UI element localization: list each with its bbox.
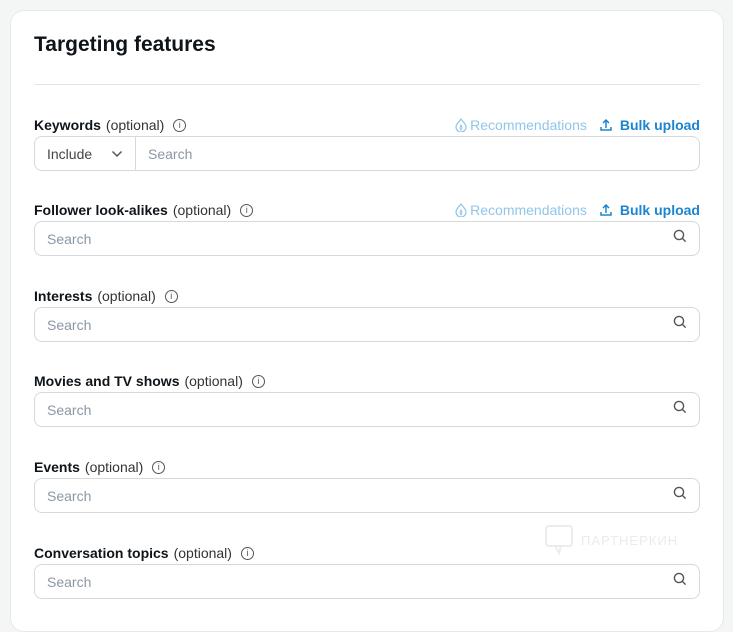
search-icon [673,229,687,248]
info-icon[interactable]: i [240,203,254,217]
bulk-upload-button[interactable]: Bulk upload [599,117,700,133]
search-input[interactable]: Search [34,478,700,513]
field-label-text: Conversation topics [34,545,169,561]
recommendations-label: Recommendations [470,117,587,133]
search-icon [673,400,687,419]
recommendations-button[interactable]: Recommendations [454,117,587,133]
optional-text: (optional) [84,459,144,475]
search-icon [673,572,687,591]
recommendations-button[interactable]: Recommendations [454,202,587,218]
optional-text: (optional) [105,117,165,133]
search-input[interactable]: Search [34,307,700,342]
info-icon[interactable]: i [173,118,187,132]
search-input[interactable]: Search [34,392,700,427]
search-icon [673,315,687,334]
field-actions: Recommendations Bulk upload [454,202,700,218]
field-label: Interests (optional) i [34,288,178,304]
bulk-upload-label: Bulk upload [619,117,700,133]
field-label-text: Events [34,459,80,475]
recommendations-label: Recommendations [470,202,587,218]
bulk-upload-label: Bulk upload [619,202,700,218]
field-label: Follower look-alikes (optional) i [34,202,254,218]
page-title: Targeting features [34,33,216,56]
info-icon[interactable]: i [164,289,178,303]
search-placeholder: Search [47,573,92,590]
field-label: Events (optional) i [34,459,166,475]
field-label-text: Follower look-alikes [34,202,168,218]
flame-icon [455,203,467,217]
field-label-text: Movies and TV shows [34,373,180,389]
field-label: Movies and TV shows (optional) i [34,373,265,389]
info-icon[interactable]: i [152,460,166,474]
upload-icon [600,203,612,216]
search-placeholder: Search [148,145,193,162]
watermark-text: ПАРТНЕРКИН [581,532,679,548]
search-input[interactable]: Search [34,564,700,599]
upload-icon [600,118,612,131]
field-label-text: Interests [34,288,93,304]
optional-text: (optional) [173,545,232,561]
field-label: Keywords (optional) i [34,117,187,133]
watermark-logo-icon [545,525,573,555]
optional-text: (optional) [172,202,232,218]
flame-icon [455,118,467,132]
info-icon[interactable]: i [240,546,254,560]
include-exclude-select[interactable]: Include [35,137,136,170]
search-placeholder: Search [47,487,92,504]
search-placeholder: Search [47,230,92,247]
field-label: Conversation topics (optional) i [34,545,254,561]
bulk-upload-button[interactable]: Bulk upload [599,202,700,218]
watermark: ПАРТНЕРКИН [545,525,678,555]
select-value: Include [47,145,93,162]
search-input[interactable]: Search [34,221,700,256]
search-icon [673,486,687,505]
optional-text: (optional) [97,288,156,304]
search-placeholder: Search [47,316,92,333]
search-input[interactable]: Include Search [34,136,700,171]
chevron-down-icon [111,150,123,157]
field-label-text: Keywords [34,117,101,133]
field-actions: Recommendations Bulk upload [454,117,700,133]
search-placeholder: Search [47,401,92,418]
optional-text: (optional) [184,373,243,389]
info-icon[interactable]: i [251,374,265,388]
divider [34,84,700,85]
